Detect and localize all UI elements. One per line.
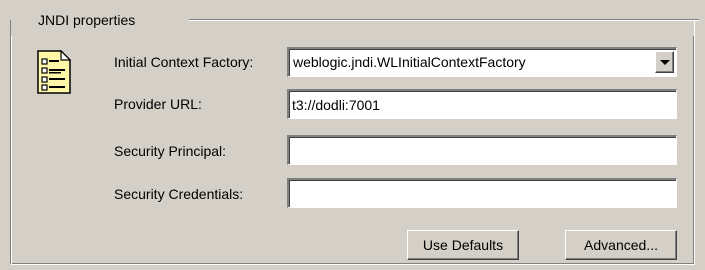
groupbox-divider bbox=[189, 19, 699, 21]
initial-context-factory-value: weblogic.jndi.WLInitialContextFactory bbox=[293, 54, 526, 70]
provider-url-label: Provider URL: bbox=[114, 96, 202, 112]
groupbox-edge bbox=[11, 36, 12, 264]
initial-context-factory-label: Initial Context Factory: bbox=[114, 54, 254, 70]
security-principal-input[interactable] bbox=[287, 135, 677, 165]
jndi-properties-panel: JNDI properties Initial Context Factory:… bbox=[0, 0, 705, 270]
chevron-down-icon bbox=[660, 60, 670, 65]
security-credentials-input[interactable] bbox=[287, 178, 677, 208]
security-principal-label: Security Principal: bbox=[114, 143, 227, 159]
security-credentials-label: Security Credentials: bbox=[114, 186, 244, 202]
properties-document-icon bbox=[37, 50, 71, 94]
groupbox-legend: JNDI properties bbox=[38, 11, 142, 29]
provider-url-input[interactable] bbox=[287, 89, 677, 119]
groupbox-header: JNDI properties bbox=[11, 0, 699, 36]
advanced-button[interactable]: Advanced... bbox=[565, 230, 677, 260]
use-defaults-button[interactable]: Use Defaults bbox=[407, 230, 519, 260]
initial-context-factory-select[interactable]: weblogic.jndi.WLInitialContextFactory bbox=[287, 47, 677, 77]
dropdown-button[interactable] bbox=[655, 51, 674, 73]
